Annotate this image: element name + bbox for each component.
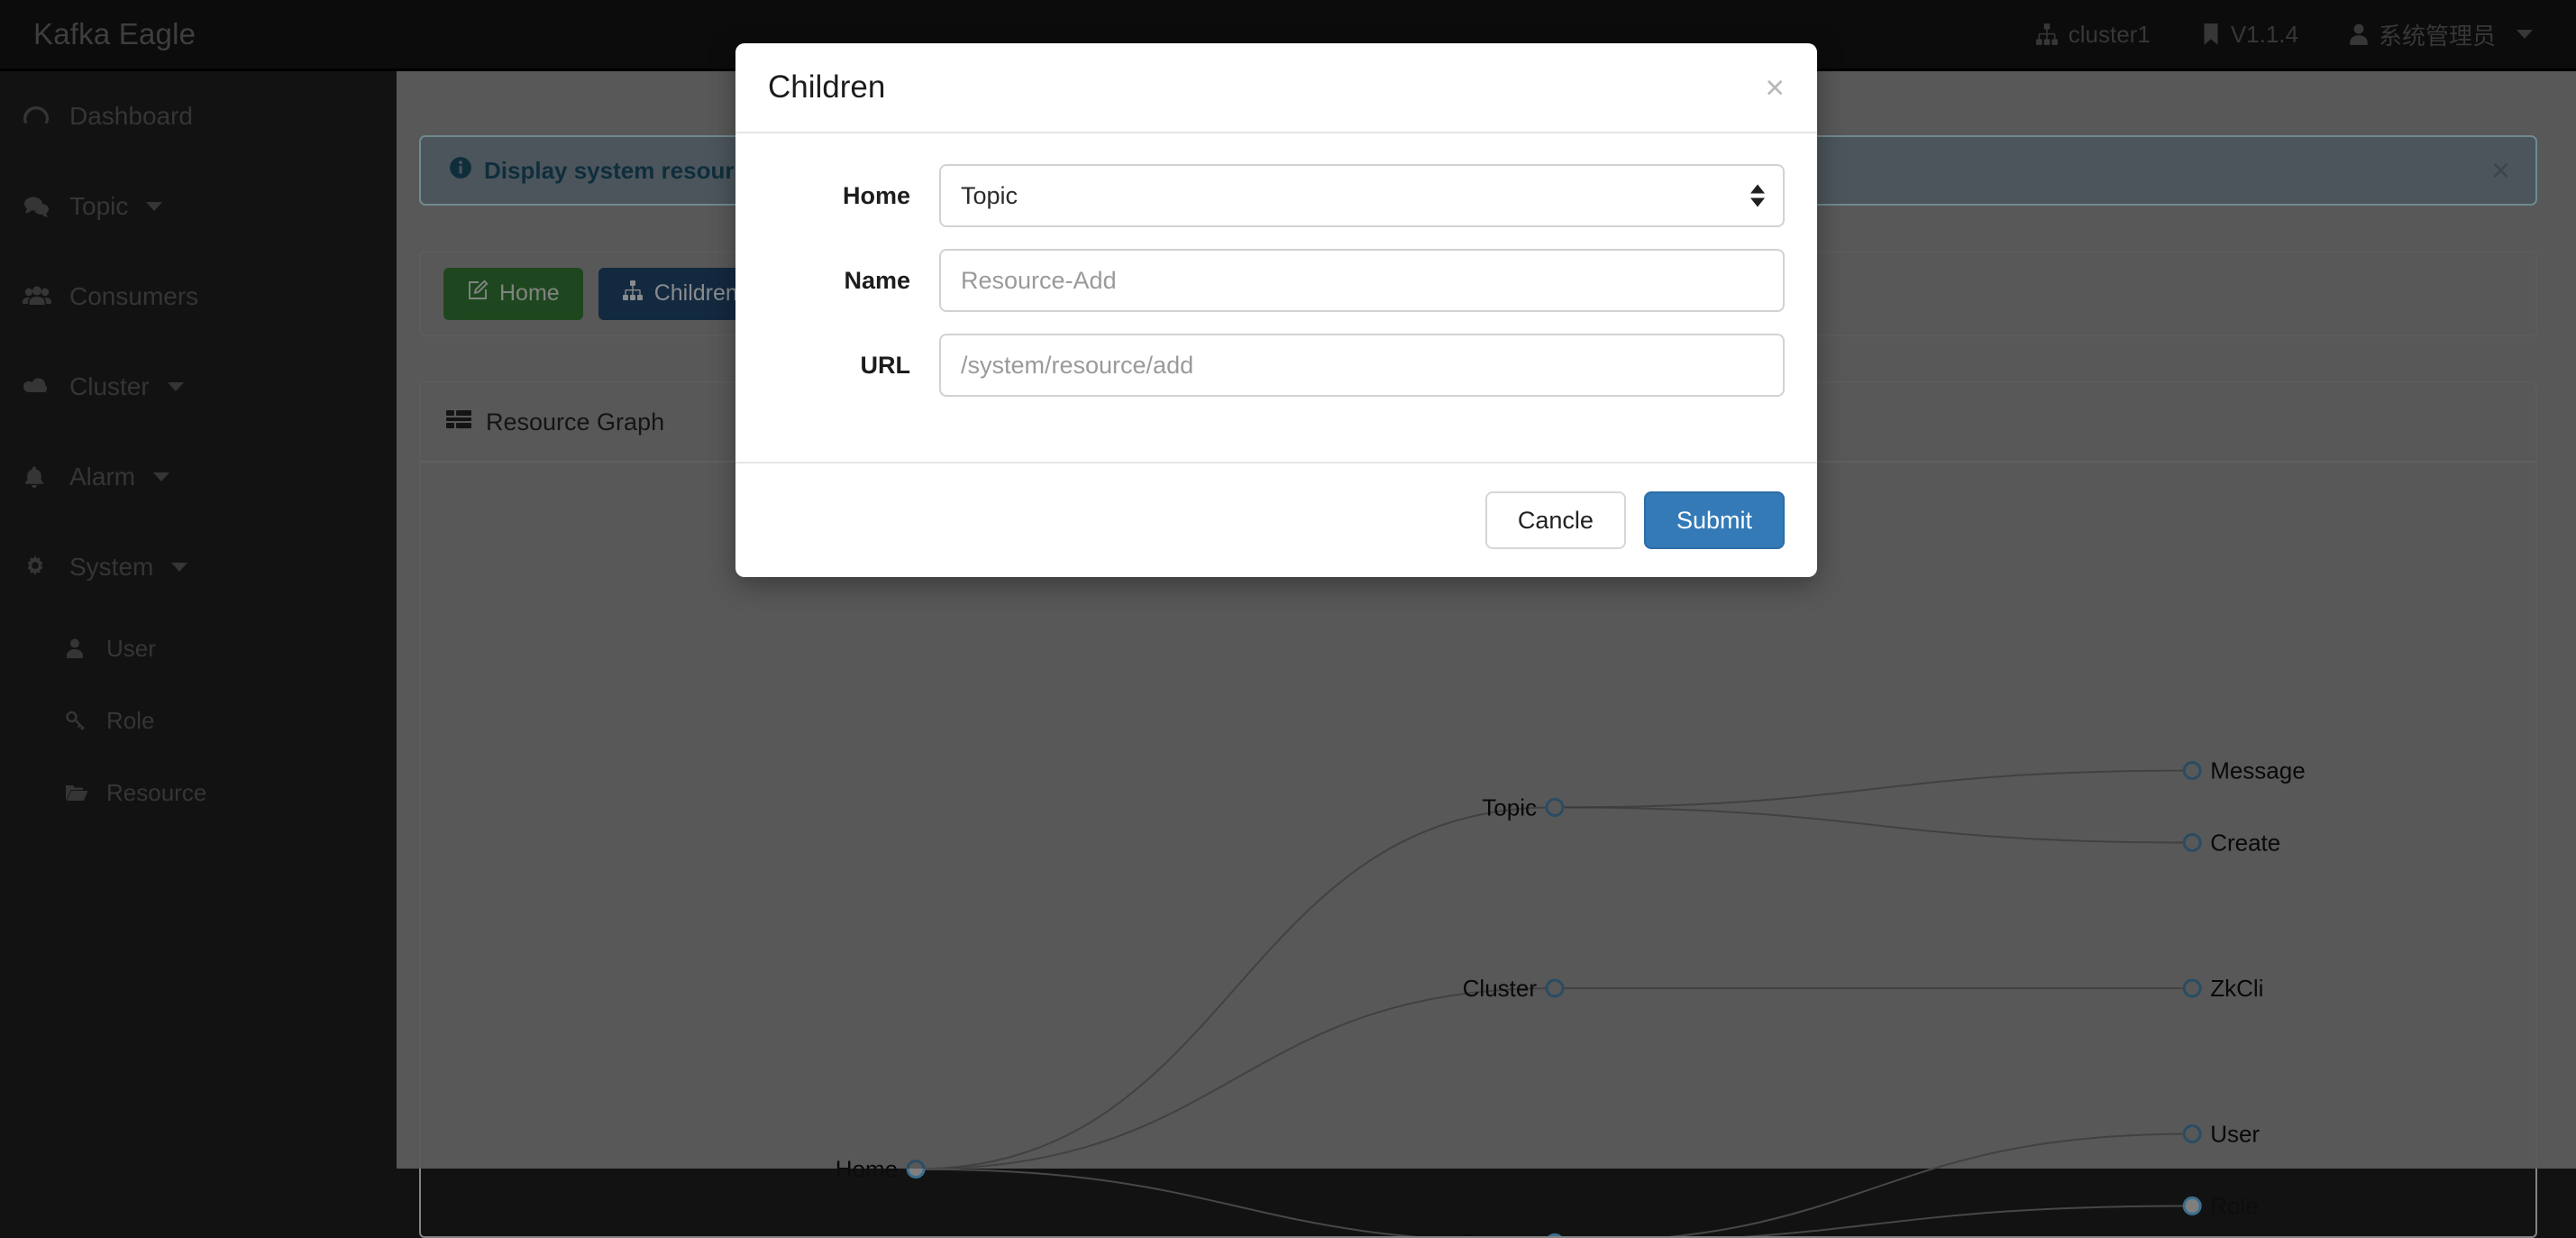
form-row-url: URL /system/resource/add — [768, 334, 1785, 397]
name-field-label: Name — [844, 266, 910, 294]
cancel-button[interactable]: Cancle — [1484, 491, 1626, 549]
tree-node[interactable]: System — [1458, 1229, 1563, 1236]
tree-node-label: Role — [2210, 1192, 2258, 1219]
tree-node-circle[interactable] — [1547, 1233, 1563, 1236]
tree-link — [916, 1168, 1418, 1236]
tree-node[interactable]: Role — [2182, 1192, 2259, 1219]
form-row-home: Home Topic — [768, 164, 1785, 227]
home-field-label: Home — [842, 181, 910, 209]
url-field-label: URL — [860, 351, 911, 379]
close-icon[interactable]: × — [1765, 71, 1785, 105]
url-input[interactable]: /system/resource/add — [939, 334, 1785, 397]
url-input-placeholder: /system/resource/add — [961, 351, 1194, 379]
tree-node-label: System — [1458, 1229, 1537, 1236]
name-input[interactable]: Resource-Add — [939, 249, 1785, 312]
tree-link — [1741, 1205, 2193, 1236]
modal-header: Children × — [735, 43, 1817, 133]
tree-node-circle[interactable] — [2182, 1196, 2202, 1215]
submit-button[interactable]: Submit — [1643, 491, 1785, 549]
name-input-placeholder: Resource-Add — [961, 266, 1117, 294]
modal-body: Home Topic Name Resource-Add URL /system… — [735, 133, 1817, 427]
form-row-name: Name Resource-Add — [768, 249, 1785, 312]
chevron-updown-icon — [1750, 184, 1765, 207]
home-select[interactable]: Topic — [939, 164, 1785, 227]
modal-title: Children — [768, 69, 886, 105]
modal-footer: Cancle Submit — [735, 462, 1817, 577]
home-select-value: Topic — [961, 181, 1019, 209]
children-modal: Children × Home Topic Name Resource-Add … — [735, 43, 1817, 577]
